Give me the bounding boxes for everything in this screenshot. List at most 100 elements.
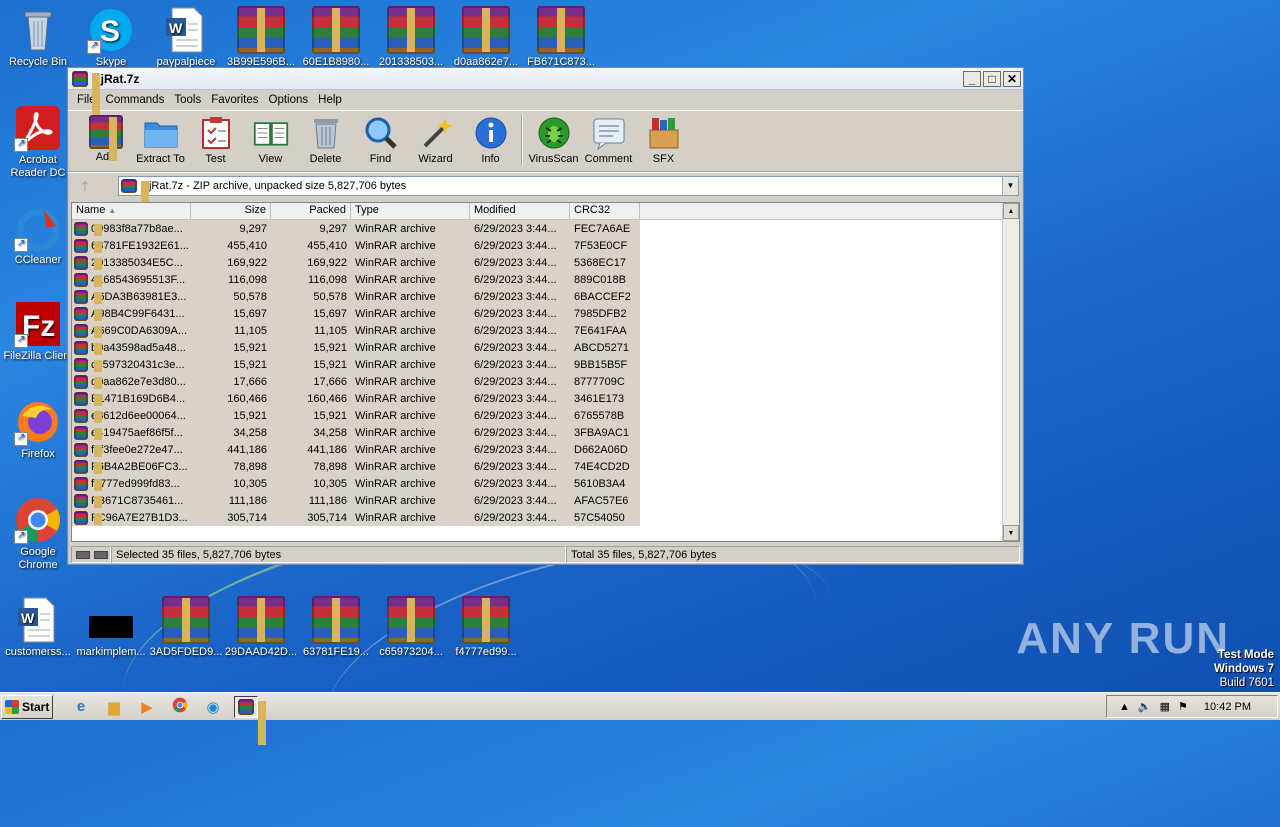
info-button[interactable]: Info	[463, 115, 518, 165]
find-button[interactable]: Find	[353, 115, 408, 165]
menu-help[interactable]: Help	[313, 94, 347, 106]
table-row[interactable]: 4168543695513F... 116,098 116,098 WinRAR ar…	[72, 271, 640, 288]
desktop-icon-firefox[interactable]: Firefox	[0, 398, 76, 461]
menu-commands[interactable]: Commands	[101, 94, 170, 106]
desktop-icon-skype[interactable]: S Skype	[73, 6, 149, 69]
table-row[interactable]: E1471B169D6B4... 160,466 160,466 WinRAR arc…	[72, 390, 640, 407]
table-row[interactable]: F6B4A2BE06FC3... 78,898 78,898 WinRAR archi…	[72, 458, 640, 475]
file-type-cell: WinRAR archive	[355, 392, 436, 405]
network-icon[interactable]: ▦	[1160, 700, 1170, 713]
address-bar: 🡑 NjRat.7z - ZIP archive, unpacked size …	[68, 172, 1023, 225]
action-center-flag-icon[interactable]: ⚑	[1178, 700, 1188, 713]
winrar-icon	[238, 698, 266, 745]
table-row[interactable]: b0a43598ad5a48... 15,921 15,921 WinRAR arch…	[72, 339, 640, 356]
view-button[interactable]: View	[243, 115, 298, 165]
minimize-button[interactable]: _	[963, 70, 981, 87]
desktop-icon-archive[interactable]: 3AD5FDED9...	[148, 596, 224, 659]
desktop-icon-customers-doc[interactable]: W customerss...	[0, 596, 76, 659]
desktop-icon-archive[interactable]: 201338503...	[373, 6, 449, 69]
sfx-button[interactable]: SFX	[636, 115, 691, 165]
file-modified-cell: 6/29/2023 3:44...	[474, 409, 557, 422]
firefox-icon	[14, 398, 62, 446]
desktop-icon-archive[interactable]: 63781FE19...	[298, 596, 374, 659]
desktop-icon-filezilla[interactable]: Fz FileZilla Client	[0, 300, 76, 363]
table-row[interactable]: 09983f8a77b8ae... 9,297 9,297 WinRAR archiv…	[72, 220, 640, 237]
maximize-icon: □	[988, 71, 996, 86]
start-button[interactable]: Start	[1, 694, 53, 719]
add-button[interactable]: Add	[78, 115, 133, 163]
scroll-thumb[interactable]	[1004, 220, 1018, 370]
menu-favorites[interactable]: Favorites	[206, 94, 263, 106]
extract-to-button[interactable]: Extract To	[133, 115, 188, 165]
close-icon: ✕	[1006, 71, 1018, 86]
table-row[interactable]: A98B4C99F6431... 15,697 15,697 WinRAR archi…	[72, 305, 640, 322]
desktop-icon-chrome[interactable]: Google Chrome	[0, 496, 76, 572]
table-row[interactable]: d0aa862e7e3d80... 17,666 17,666 WinRAR arch…	[72, 373, 640, 390]
path-dropdown-button[interactable]: ▼	[1002, 176, 1018, 195]
comment-button[interactable]: Comment	[581, 115, 636, 165]
col-name[interactable]: Name ▲	[72, 203, 191, 219]
taskbar-ie[interactable]: e	[69, 696, 93, 718]
file-name-cell: f4777ed999fd83...	[72, 476, 191, 491]
menu-tools[interactable]: Tools	[169, 94, 206, 106]
desktop-icon-ccleaner[interactable]: CCleaner	[0, 204, 76, 267]
desktop-icon-archive[interactable]: FB671C873...	[523, 6, 599, 69]
desktop-icon-markimplem[interactable]: markimplem...	[73, 596, 149, 659]
file-size-cell: 160,466	[227, 392, 267, 405]
desktop-icon-archive[interactable]: f4777ed99...	[448, 596, 524, 659]
table-row[interactable]: A6DA3B63981E3... 50,578 50,578 WinRAR archi…	[72, 288, 640, 305]
file-size-cell: 9,297	[239, 222, 267, 235]
taskbar-explorer[interactable]: ▆	[102, 696, 126, 718]
desktop-icon-archive[interactable]: c65973204...	[373, 596, 449, 659]
col-type[interactable]: Type	[351, 203, 470, 219]
vertical-scrollbar[interactable]: ▲ ▼	[1002, 203, 1019, 541]
taskbar-winrar[interactable]	[234, 695, 266, 745]
close-button[interactable]: ✕	[1003, 70, 1021, 87]
file-type-cell: WinRAR archive	[355, 324, 436, 337]
file-type-cell: WinRAR archive	[355, 443, 436, 456]
table-row[interactable]: f3f3fee0e272e47... 441,186 441,186 WinRAR a…	[72, 441, 640, 458]
scroll-up-button[interactable]: ▲	[1003, 203, 1019, 219]
table-row[interactable]: e419475aef86f5f... 34,258 34,258 WinRAR arc…	[72, 424, 640, 441]
file-packed-cell: 15,697	[313, 307, 347, 320]
test-button[interactable]: Test	[188, 115, 243, 165]
window-titlebar[interactable]: NjRat.7z _ □ ✕	[68, 68, 1023, 117]
tool-label: View	[258, 153, 283, 165]
col-size[interactable]: Size	[191, 203, 271, 219]
table-row[interactable]: c6597320431c3e... 15,921 15,921 WinRAR arch…	[72, 356, 640, 373]
maximize-button[interactable]: □	[983, 70, 1001, 87]
col-modified[interactable]: Modified	[470, 203, 570, 219]
volume-icon[interactable]: 🔈	[1138, 700, 1152, 713]
desktop-icon-acrobat[interactable]: Acrobat Reader DC	[0, 104, 76, 180]
desktop-icon-archive[interactable]: 60E1B8980...	[298, 6, 374, 69]
tray-expand-icon[interactable]: ▲	[1119, 701, 1130, 713]
virusscan-button[interactable]: VirusScan	[526, 115, 581, 165]
path-field[interactable]: NjRat.7z - ZIP archive, unpacked size 5,…	[118, 175, 1019, 225]
scroll-down-button[interactable]: ▼	[1003, 525, 1019, 541]
col-crc32[interactable]: CRC32	[570, 203, 640, 219]
table-row[interactable]: f4777ed999fd83... 10,305 10,305 WinRAR arch…	[72, 475, 640, 492]
wizard-button[interactable]: Wizard	[408, 115, 463, 165]
desktop-icon-archive[interactable]: d0aa862e7...	[448, 6, 524, 69]
taskbar-media-player[interactable]: ▶	[135, 696, 159, 718]
desktop-icon-archive[interactable]: 29DAAD42D...	[223, 596, 299, 659]
clock[interactable]: 10:42 PM	[1204, 701, 1251, 713]
desktop-icon-paypalpiece[interactable]: W paypalpiece	[148, 6, 224, 69]
up-folder-button[interactable]: 🡑	[72, 176, 98, 196]
table-row[interactable]: e3612d6ee00064... 15,921 15,921 WinRAR arch…	[72, 407, 640, 424]
table-row[interactable]: 2013385034E5C... 169,922 169,922 WinRAR arc…	[72, 254, 640, 271]
file-packed-cell: 15,921	[313, 409, 347, 422]
delete-button[interactable]: Delete	[298, 115, 353, 165]
table-row[interactable]: FB671C8735461... 111,186 111,186 WinRAR arc…	[72, 492, 640, 509]
col-packed[interactable]: Packed	[271, 203, 351, 219]
taskbar-edge[interactable]: ◉	[201, 696, 225, 718]
taskbar-chrome[interactable]	[168, 696, 192, 718]
menu-options[interactable]: Options	[264, 94, 314, 106]
table-row[interactable]: A669C0DA6309A... 11,105 11,105 WinRAR archi…	[72, 322, 640, 339]
desktop-icon-recycle-bin[interactable]: Recycle Bin	[0, 6, 76, 69]
file-type-cell: WinRAR archive	[355, 358, 436, 371]
table-row[interactable]: 63781FE1932E61... 455,410 455,410 WinRAR ar…	[72, 237, 640, 254]
table-row[interactable]: FC96A7E27B1D3... 305,714 305,714 WinRAR arc…	[72, 509, 640, 526]
desktop-icon-archive[interactable]: 3B99E596B...	[223, 6, 299, 69]
filezilla-icon: Fz	[14, 300, 62, 348]
